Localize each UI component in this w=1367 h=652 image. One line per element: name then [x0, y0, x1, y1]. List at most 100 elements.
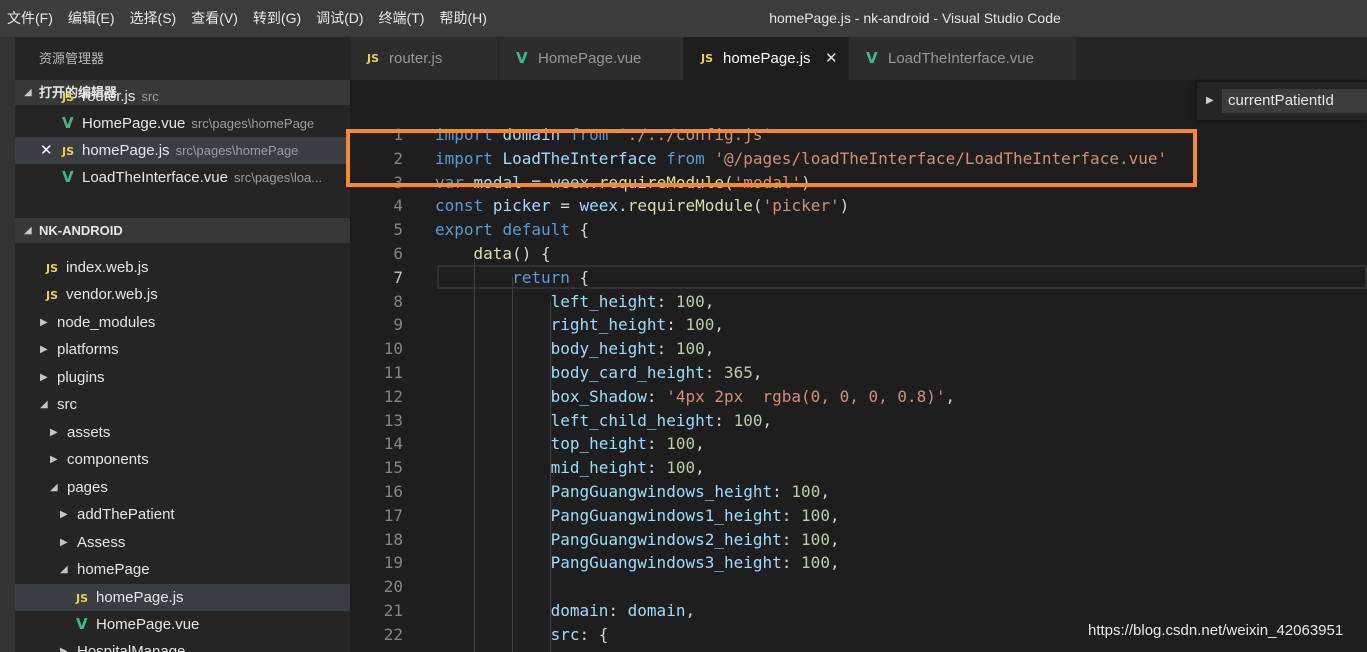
token: (: [752, 196, 763, 216]
chevron-down-icon[interactable]: ◢: [40, 391, 48, 418]
code-line[interactable]: 11 body_card_height: 365,: [350, 361, 1367, 385]
file-name: index.web.js: [66, 259, 149, 276]
file-name: addThePatient: [77, 506, 175, 523]
folder-item[interactable]: ▶ components: [15, 446, 350, 473]
code-line[interactable]: 18 PangGuangwindows2_height: 100,: [350, 528, 1367, 552]
code-text: left_height: 100,: [435, 290, 715, 314]
close-icon[interactable]: ✕: [825, 37, 838, 80]
token: :: [646, 458, 667, 478]
outline-item[interactable]: currentPatientId: [1222, 89, 1367, 113]
token: :: [656, 339, 676, 359]
token: :: [781, 553, 802, 573]
menu-item[interactable]: 帮助(H): [432, 0, 494, 37]
folder-item[interactable]: ▶ addThePatient: [15, 501, 350, 528]
line-number: 14: [383, 434, 403, 454]
tab-loadtheinterface-vue[interactable]: V LoadTheInterface.vue: [849, 37, 1077, 80]
chevron-right-icon[interactable]: ▶: [1206, 82, 1214, 120]
code-text: export default {: [435, 218, 589, 242]
file-item[interactable]: V HomePage.vue: [15, 611, 350, 638]
menu-item[interactable]: 调试(D): [309, 0, 371, 37]
token: mid_height: [550, 458, 647, 478]
token: {: [569, 267, 590, 287]
window-title: homePage.js - nk-android - Visual Studio…: [769, 10, 1061, 26]
code-line[interactable]: 20: [350, 575, 1367, 599]
code-line[interactable]: 15 mid_height: 100,: [350, 456, 1367, 480]
folder-item[interactable]: ▶ HospitalManage: [15, 638, 350, 652]
code-line[interactable]: 13 left_child_height: 100,: [350, 409, 1367, 433]
chevron-down-icon[interactable]: ◢: [60, 556, 68, 583]
code-line[interactable]: 23 nurse: '/img/chhuan.png': [350, 647, 1367, 652]
code-line[interactable]: 19 PangGuangwindows3_height: 100,: [350, 551, 1367, 575]
js-icon: JS: [46, 262, 59, 275]
code-line[interactable]: 16 PangGuangwindows_height: 100,: [350, 480, 1367, 504]
code-line[interactable]: 8 left_height: 100,: [350, 290, 1367, 314]
file-item[interactable]: JS vendor.web.js: [15, 281, 350, 308]
code-text: PangGuangwindows_height: 100,: [435, 480, 830, 504]
chevron-right-icon[interactable]: ▶: [50, 446, 58, 473]
menu-item[interactable]: 编辑(E): [61, 0, 123, 37]
token: PangGuangwindows2_height: [550, 529, 782, 549]
code-line[interactable]: 4 const picker = weex.requireModule('pick…: [350, 194, 1367, 218]
tab-homepage-vue[interactable]: V HomePage.vue: [499, 37, 684, 80]
token: PangGuangwindows1_height: [550, 505, 782, 525]
file-name: HomePage.vue: [82, 115, 186, 132]
code-line[interactable]: 6 data() {: [350, 242, 1367, 266]
chevron-right-icon[interactable]: ▶: [40, 336, 48, 363]
outline-widget[interactable]: ▶ currentPatientId: [1197, 82, 1367, 120]
chevron-right-icon[interactable]: ▶: [40, 309, 48, 336]
code-line[interactable]: 21 domain: domain,: [350, 599, 1367, 623]
chevron-right-icon[interactable]: ▶: [40, 364, 48, 391]
token: ): [839, 196, 850, 216]
token: :: [608, 601, 628, 620]
close-icon[interactable]: ✕: [40, 137, 53, 164]
menu-item[interactable]: 终端(T): [372, 0, 433, 37]
code-line[interactable]: 10 body_height: 100,: [350, 337, 1367, 361]
chevron-down-icon[interactable]: ◢: [50, 474, 58, 501]
line-number: 4: [393, 196, 403, 216]
menu-item[interactable]: 查看(V): [184, 0, 246, 37]
folder-item[interactable]: ▶ plugins: [15, 364, 350, 391]
token: picker: [492, 196, 551, 216]
file-item[interactable]: JS index.web.js: [15, 254, 350, 281]
token: :: [666, 315, 686, 335]
editor-tab-bar: JS router.js V HomePage.vue JS homePage.js ✕ V L…: [350, 37, 1367, 80]
open-editor-item[interactable]: V HomePage.vue src\pages\homePage: [15, 110, 350, 137]
token: 100: [675, 339, 705, 359]
token: 100: [666, 434, 696, 454]
menu-item[interactable]: 转到(G): [246, 0, 309, 37]
code-line[interactable]: 12 box_Shadow: '4px 2px rgba(0, 0, 0, 0.…: [350, 385, 1367, 409]
open-editor-item[interactable]: V LoadTheInterface.vue src\pages\loa...: [15, 164, 350, 191]
file-item[interactable]: JS homePage.js: [15, 584, 350, 611]
chevron-right-icon[interactable]: ▶: [60, 638, 68, 652]
open-editor-item[interactable]: JS router.js src: [15, 83, 350, 110]
chevron-down-icon: ◢: [24, 225, 32, 236]
code-line[interactable]: 5 export default {: [350, 218, 1367, 242]
chevron-right-icon[interactable]: ▶: [50, 419, 58, 446]
token: const: [435, 196, 484, 216]
code-line[interactable]: 14 top_height: 100,: [350, 432, 1367, 456]
line-number: 8: [393, 291, 403, 311]
chevron-right-icon[interactable]: ▶: [60, 501, 68, 528]
folder-item[interactable]: ▶ assets: [15, 419, 350, 446]
tab-homepage-js[interactable]: JS homePage.js ✕: [684, 37, 849, 80]
folder-item[interactable]: ▶ platforms: [15, 336, 350, 363]
token: top_height: [550, 434, 647, 454]
code-line[interactable]: 7 return {: [350, 266, 1367, 290]
folder-item[interactable]: ◢ homePage: [15, 556, 350, 583]
folder-item[interactable]: ◢ src: [15, 391, 350, 418]
code-line[interactable]: 9 right_height: 100,: [350, 313, 1367, 337]
project-header[interactable]: ◢ NK-ANDROID: [15, 218, 350, 243]
folder-item[interactable]: ▶ Assess: [15, 529, 350, 556]
menu-item[interactable]: 选择(S): [123, 0, 185, 37]
code-line[interactable]: 17 PangGuangwindows1_height: 100,: [350, 504, 1367, 528]
line-number: 12: [383, 386, 403, 406]
menu-item[interactable]: 文件(F): [0, 0, 61, 37]
file-name: src: [57, 396, 77, 413]
folder-item[interactable]: ▶ node_modules: [15, 309, 350, 336]
tab-router-js[interactable]: JS router.js: [350, 37, 499, 80]
chevron-right-icon[interactable]: ▶: [60, 529, 68, 556]
code-text: top_height: 100,: [435, 432, 705, 456]
open-editor-item[interactable]: ✕ JS homePage.js src\pages\homePage: [15, 137, 350, 164]
folder-item[interactable]: ◢ pages: [15, 474, 350, 501]
